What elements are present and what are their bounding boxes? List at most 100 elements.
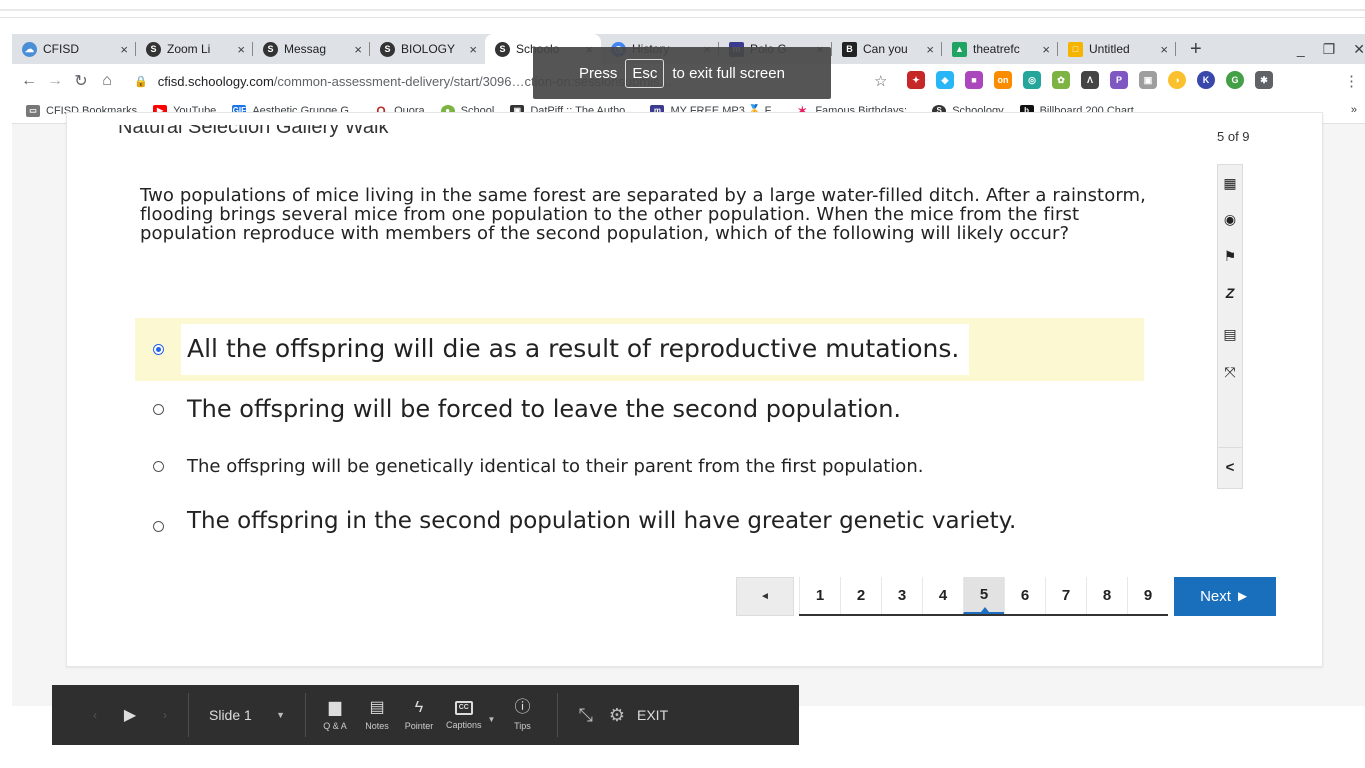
answer-option-3[interactable]: The offspring will be genetically identi… xyxy=(135,446,923,486)
back-icon[interactable]: ← xyxy=(16,72,42,90)
new-tab-button[interactable]: + xyxy=(1176,38,1216,61)
minimize-icon[interactable]: _ xyxy=(1297,41,1305,57)
page-1[interactable]: 1 xyxy=(799,577,840,614)
answer-text: The offspring in the second population w… xyxy=(187,508,1017,534)
close-icon[interactable]: × xyxy=(1042,42,1050,57)
chevron-down-icon: ▼ xyxy=(276,710,285,720)
extension-icon[interactable]: Λ xyxy=(1081,71,1099,89)
answer-text: All the offspring will die as a result o… xyxy=(181,324,970,375)
reload-icon[interactable]: ↻ xyxy=(68,71,94,91)
radio[interactable] xyxy=(153,403,164,415)
radio[interactable] xyxy=(153,520,164,532)
extension-icon[interactable]: ◑ xyxy=(1168,71,1186,89)
question-text: Two populations of mice living in the sa… xyxy=(140,185,1146,244)
screen: ☁CFISD× SZoom Li× SMessag× SBIOLOGY× S Sc… xyxy=(0,0,1365,768)
extension-icon[interactable]: ◆ xyxy=(936,71,954,89)
notes-button[interactable]: ▤ Notes xyxy=(362,699,392,731)
tab-biology[interactable]: S BIOLOGY × xyxy=(370,34,485,64)
page-list: 1 2 3 4 5 6 7 8 9 xyxy=(799,577,1168,616)
lock-icon: 🔒 xyxy=(134,75,148,88)
extension-icon[interactable]: ■ xyxy=(965,71,983,89)
radio[interactable] xyxy=(153,460,164,472)
window-controls: _ ❐ ✕ xyxy=(1297,34,1365,64)
gear-icon[interactable]: ⚙ xyxy=(609,705,625,726)
exit-fullscreen-icon[interactable]: ⤡ xyxy=(578,705,592,726)
extension-icon[interactable]: P xyxy=(1110,71,1128,89)
eliminate-icon[interactable]: Z xyxy=(1218,285,1242,301)
tips-button[interactable]: ⓘ Tips xyxy=(507,699,537,731)
answer-option-4[interactable]: The offspring in the second population w… xyxy=(135,496,1016,546)
tab-zoom[interactable]: S Zoom Li × xyxy=(136,34,253,64)
previous-button[interactable]: ◄ xyxy=(736,577,794,616)
notepad-icon[interactable]: ▤ xyxy=(1218,326,1242,343)
calculator-icon[interactable]: ▦ xyxy=(1218,175,1242,192)
bookmark-star-icon[interactable]: ☆ xyxy=(874,72,887,90)
extension-icon[interactable]: K xyxy=(1197,71,1215,89)
extension-icon[interactable]: ◎ xyxy=(1023,71,1041,89)
captions-button[interactable]: CC Captions ▼ xyxy=(446,700,495,730)
slide-selector[interactable]: Slide 1 ▼ xyxy=(197,707,297,723)
url-host: cfisd.schoology.com xyxy=(157,73,274,89)
notes-icon: ▤ xyxy=(369,699,385,716)
extension-icon[interactable]: G xyxy=(1226,71,1244,89)
tab-cfisd[interactable]: ☁ CFISD × xyxy=(12,34,136,64)
accessibility-icon[interactable]: ◉ xyxy=(1218,211,1242,228)
answer-text: The offspring will be genetically identi… xyxy=(187,455,924,477)
page-8[interactable]: 8 xyxy=(1086,577,1127,614)
answer-option-2[interactable]: The offspring will be forced to leave th… xyxy=(135,380,901,438)
more-bookmarks-icon[interactable]: » xyxy=(1351,104,1357,116)
menu-icon[interactable]: ⋮ xyxy=(1344,72,1359,90)
page-2[interactable]: 2 xyxy=(840,577,881,614)
page-7[interactable]: 7 xyxy=(1045,577,1086,614)
restore-icon[interactable]: ❐ xyxy=(1323,41,1336,58)
qa-button[interactable]: ▆ Q & A xyxy=(320,699,350,731)
prev-slide-icon[interactable]: ‹ xyxy=(80,708,110,722)
radio-dot xyxy=(156,347,161,352)
captions-icon: CC xyxy=(454,700,473,715)
close-icon[interactable]: × xyxy=(354,42,362,57)
close-icon[interactable]: × xyxy=(926,42,934,57)
tab-untitled[interactable]: □ Untitled × xyxy=(1058,34,1176,64)
answer-text: The offspring will be forced to leave th… xyxy=(187,395,902,423)
pagination: ◄ 1 2 3 4 5 6 7 8 9 Next ► xyxy=(736,577,1276,616)
close-icon[interactable]: × xyxy=(469,42,477,57)
top-strip xyxy=(0,0,1365,18)
site-icon: B xyxy=(842,41,857,57)
collapse-panel-button[interactable]: < xyxy=(1218,459,1242,476)
page-6[interactable]: 6 xyxy=(1004,577,1045,614)
folder-icon: ▭ xyxy=(26,104,40,117)
extension-icon[interactable]: ▣ xyxy=(1139,71,1157,89)
question-counter: 5 of 9 xyxy=(1217,129,1250,144)
tools-divider xyxy=(1218,447,1242,448)
close-icon[interactable]: × xyxy=(1160,42,1168,57)
extension-icon[interactable]: ✦ xyxy=(907,71,925,89)
forward-icon[interactable]: → xyxy=(42,72,68,90)
next-button[interactable]: Next ► xyxy=(1174,577,1276,616)
page-5[interactable]: 5 xyxy=(963,577,1004,614)
close-icon[interactable]: × xyxy=(120,42,128,57)
exit-button[interactable]: EXIT xyxy=(637,707,668,723)
page-4[interactable]: 4 xyxy=(922,577,963,614)
tab-messages[interactable]: S Messag × xyxy=(253,34,370,64)
page-3[interactable]: 3 xyxy=(881,577,922,614)
flag-icon[interactable]: ⚑ xyxy=(1218,248,1242,265)
home-icon[interactable]: ⌂ xyxy=(94,72,120,90)
window-close-icon[interactable]: ✕ xyxy=(1353,41,1365,58)
radio-selected[interactable] xyxy=(153,344,164,355)
close-icon[interactable]: × xyxy=(237,42,245,57)
answer-option-1[interactable]: All the offspring will die as a result o… xyxy=(135,318,1144,381)
toolbar-divider xyxy=(188,693,189,737)
tab-can-you[interactable]: B Can you × xyxy=(832,34,942,64)
cloud-icon: ☁ xyxy=(22,41,37,57)
play-icon[interactable]: ▶ xyxy=(110,705,150,725)
extension-icon[interactable]: ✿ xyxy=(1052,71,1070,89)
expand-icon[interactable]: ⤧ xyxy=(1218,364,1242,381)
puzzle-icon[interactable]: ✱ xyxy=(1255,71,1273,89)
next-slide-icon[interactable]: › xyxy=(150,708,180,722)
extension-icon[interactable]: on xyxy=(994,71,1012,89)
chat-icon: ▆ xyxy=(328,699,342,716)
lightning-icon: ϟ xyxy=(414,699,424,716)
tab-theatre[interactable]: ▲ theatrefc × xyxy=(942,34,1058,64)
pointer-button[interactable]: ϟ Pointer xyxy=(404,699,434,731)
page-9[interactable]: 9 xyxy=(1127,577,1168,614)
